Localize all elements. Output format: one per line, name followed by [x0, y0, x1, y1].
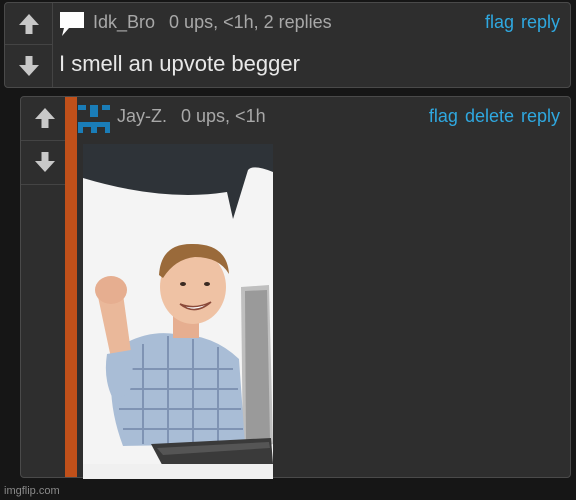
meme-image[interactable] [83, 144, 273, 479]
delete-link[interactable]: delete [465, 106, 514, 126]
flag-link[interactable]: flag [429, 106, 458, 126]
watermark: imgflip.com [4, 485, 60, 497]
comment-meta: Idk_Bro 0 ups, <1h, 2 replies [93, 12, 332, 33]
pixel-avatar-icon[interactable] [77, 103, 111, 135]
comment-idk-bro: Idk_Bro 0 ups, <1h, 2 replies flag reply I… [4, 2, 571, 88]
up-arrow-icon [34, 108, 55, 129]
downvote-button[interactable] [21, 141, 68, 185]
username[interactable]: Jay-Z. [117, 106, 167, 126]
vote-column [21, 97, 69, 185]
comment-text: I smell an upvote begger [59, 51, 300, 76]
up-arrow-icon [18, 13, 39, 34]
comment-actions: flag reply [478, 12, 560, 33]
comment-stats: 0 ups, <1h [181, 106, 266, 126]
meme-illustration [83, 144, 273, 479]
reply-link[interactable]: reply [521, 106, 560, 126]
comment-jay-z: Jay-Z. 0 ups, <1h flag delete reply [20, 96, 571, 479]
down-arrow-icon [34, 152, 55, 173]
username[interactable]: Idk_Bro [93, 12, 155, 32]
upvote-button[interactable] [5, 3, 52, 45]
reply-accent-bar [65, 97, 77, 477]
flag-link[interactable]: flag [485, 12, 514, 32]
comment-stats: 0 ups, <1h, 2 replies [169, 12, 332, 32]
down-arrow-icon [18, 56, 39, 76]
upvote-button[interactable] [21, 97, 68, 141]
vote-column [5, 3, 53, 87]
downvote-button[interactable] [5, 45, 52, 87]
comment-actions: flag delete reply [422, 106, 560, 127]
comment-meta: Jay-Z. 0 ups, <1h [117, 106, 266, 127]
speech-bubble-icon [60, 12, 84, 36]
reply-link[interactable]: reply [521, 12, 560, 32]
